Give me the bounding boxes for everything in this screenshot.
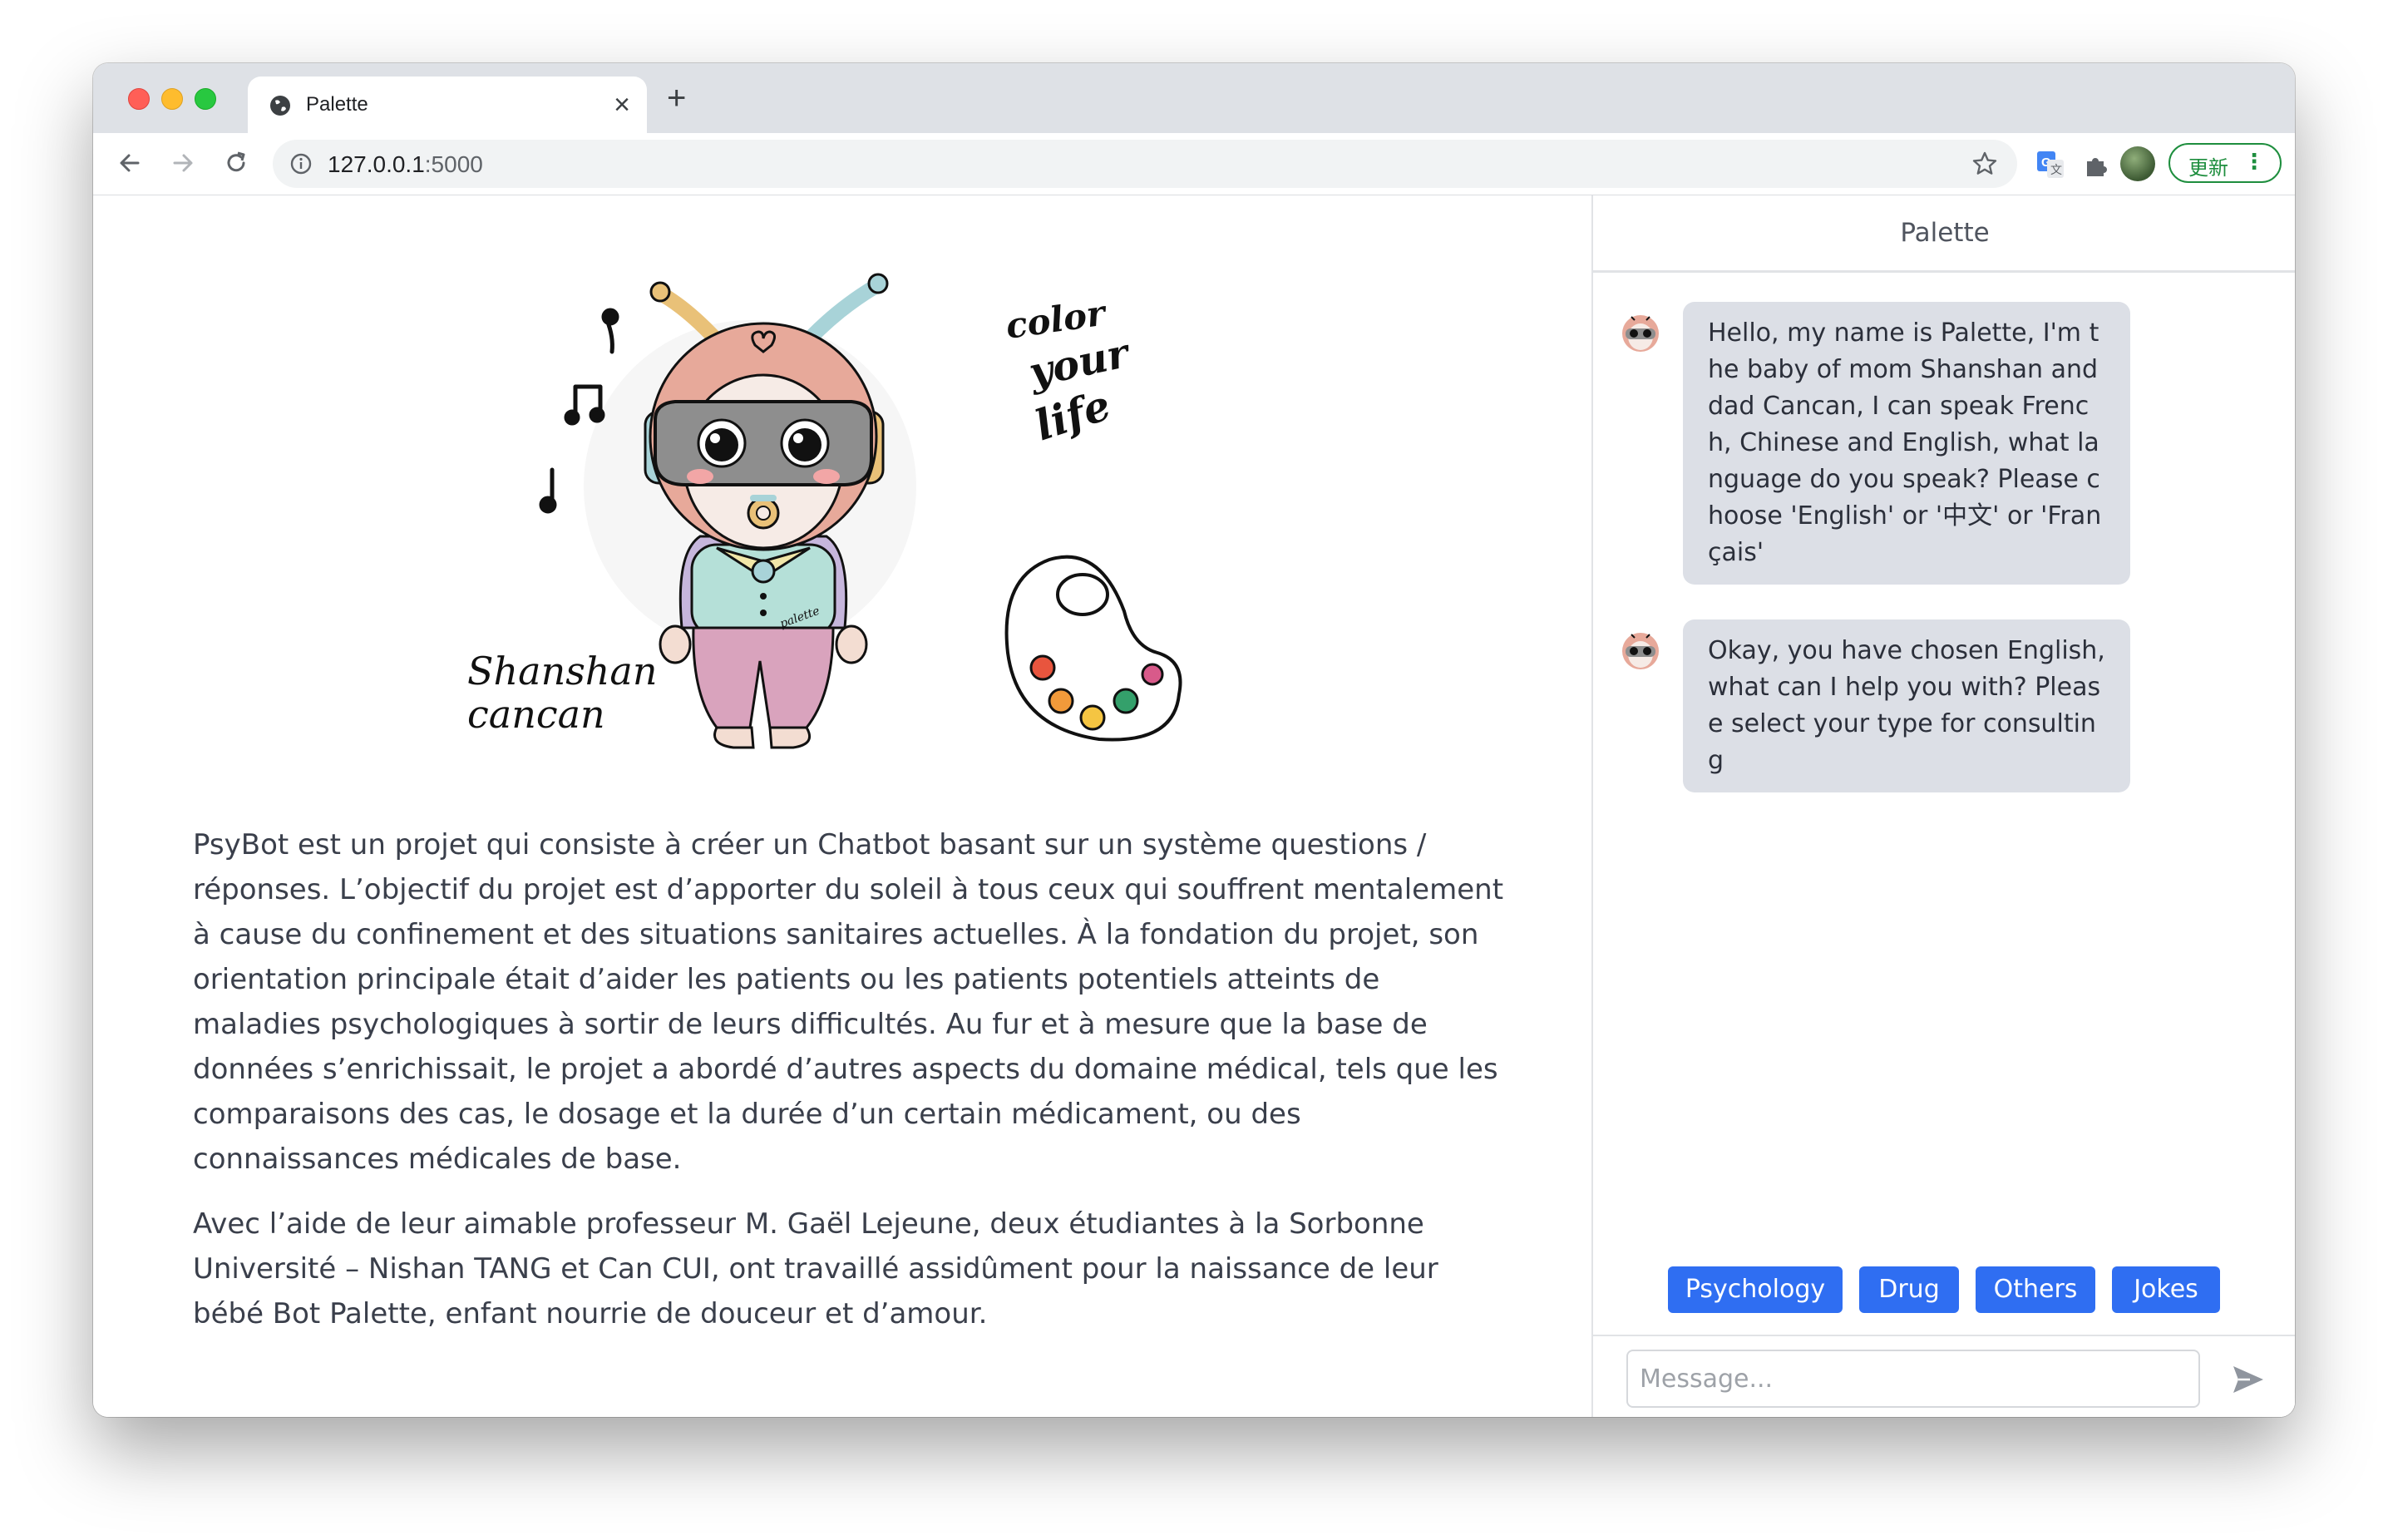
kebab-menu-icon: ⋮ xyxy=(2243,149,2265,174)
message-composer xyxy=(1593,1335,2295,1417)
url-text: 127.0.0.1:5000 xyxy=(328,151,483,177)
bot-avatar-icon xyxy=(1622,315,1659,352)
send-icon[interactable] xyxy=(2230,1361,2267,1398)
chat-panel: Palette Hello, my name is Palette, I'm t… xyxy=(1591,195,2295,1417)
paint-palette-icon xyxy=(1004,555,1182,742)
new-tab-icon[interactable]: + xyxy=(667,81,686,115)
message-bubble: Hello, my name is Palette, I'm the baby … xyxy=(1683,302,2130,585)
message-bubble: Okay, you have chosen English, what can … xyxy=(1683,619,2130,792)
svg-text:文: 文 xyxy=(2050,164,2062,177)
quick-reply-others[interactable]: Others xyxy=(1976,1266,2095,1313)
maximize-window-button[interactable] xyxy=(195,88,216,110)
tab-title: Palette xyxy=(306,93,368,116)
back-arrow-icon[interactable] xyxy=(115,148,145,178)
reload-icon[interactable] xyxy=(221,148,251,178)
color-your-life-text: color your life xyxy=(1004,292,1136,450)
bookmark-star-icon[interactable] xyxy=(1971,150,1999,178)
description-paragraph-2: Avec l’aide de leur aimable professeur M… xyxy=(193,1207,1438,1330)
tab-close-icon[interactable]: × xyxy=(614,88,630,121)
tab-palette[interactable]: Palette × xyxy=(248,77,647,133)
quick-reply-group: Psychology Drug Others Jokes xyxy=(1593,1266,2295,1316)
main-pane: palette color your life Shanshan cancan … xyxy=(93,195,1591,1417)
forward-arrow-icon[interactable] xyxy=(168,148,198,178)
chat-header-title: Palette xyxy=(1593,195,2295,273)
info-icon[interactable] xyxy=(289,152,313,175)
description-paragraph-1: PsyBot est un projet qui consiste à crée… xyxy=(193,828,1504,1176)
globe-icon xyxy=(270,96,290,116)
update-button[interactable]: 更新 ⋮ xyxy=(2168,143,2282,183)
svg-text:cancan: cancan xyxy=(467,692,605,737)
browser-toolbar: 127.0.0.1:5000 G 文 更新 ⋮ xyxy=(93,133,2295,195)
project-description: PsyBot est un projet qui consiste à crée… xyxy=(193,822,1507,1356)
message-input[interactable] xyxy=(1626,1350,2200,1408)
shanshan-cancan-signature: Shanshan cancan xyxy=(467,649,657,737)
quick-reply-jokes[interactable]: Jokes xyxy=(2112,1266,2220,1313)
close-window-button[interactable] xyxy=(128,88,150,110)
palette-mascot-illustration: palette color your life Shanshan cancan xyxy=(467,273,1182,749)
quick-reply-psychology[interactable]: Psychology xyxy=(1668,1266,1843,1313)
quick-reply-drug[interactable]: Drug xyxy=(1859,1266,1959,1313)
browser-window: Palette × + 127.0.0.1:5000 G 文 更新 ⋮ pale… xyxy=(93,63,2295,1417)
bot-avatar-icon xyxy=(1622,633,1659,669)
page-content: palette color your life Shanshan cancan … xyxy=(93,195,2295,1417)
svg-text:Shanshan: Shanshan xyxy=(467,649,657,693)
tab-strip: Palette × + xyxy=(93,63,2295,133)
profile-avatar[interactable] xyxy=(2120,146,2155,181)
extensions-puzzle-icon[interactable] xyxy=(2082,150,2112,180)
minimize-window-button[interactable] xyxy=(161,88,183,110)
update-label: 更新 xyxy=(2188,157,2228,180)
translate-icon[interactable]: G 文 xyxy=(2035,150,2065,180)
address-bar[interactable]: 127.0.0.1:5000 xyxy=(273,140,2017,188)
